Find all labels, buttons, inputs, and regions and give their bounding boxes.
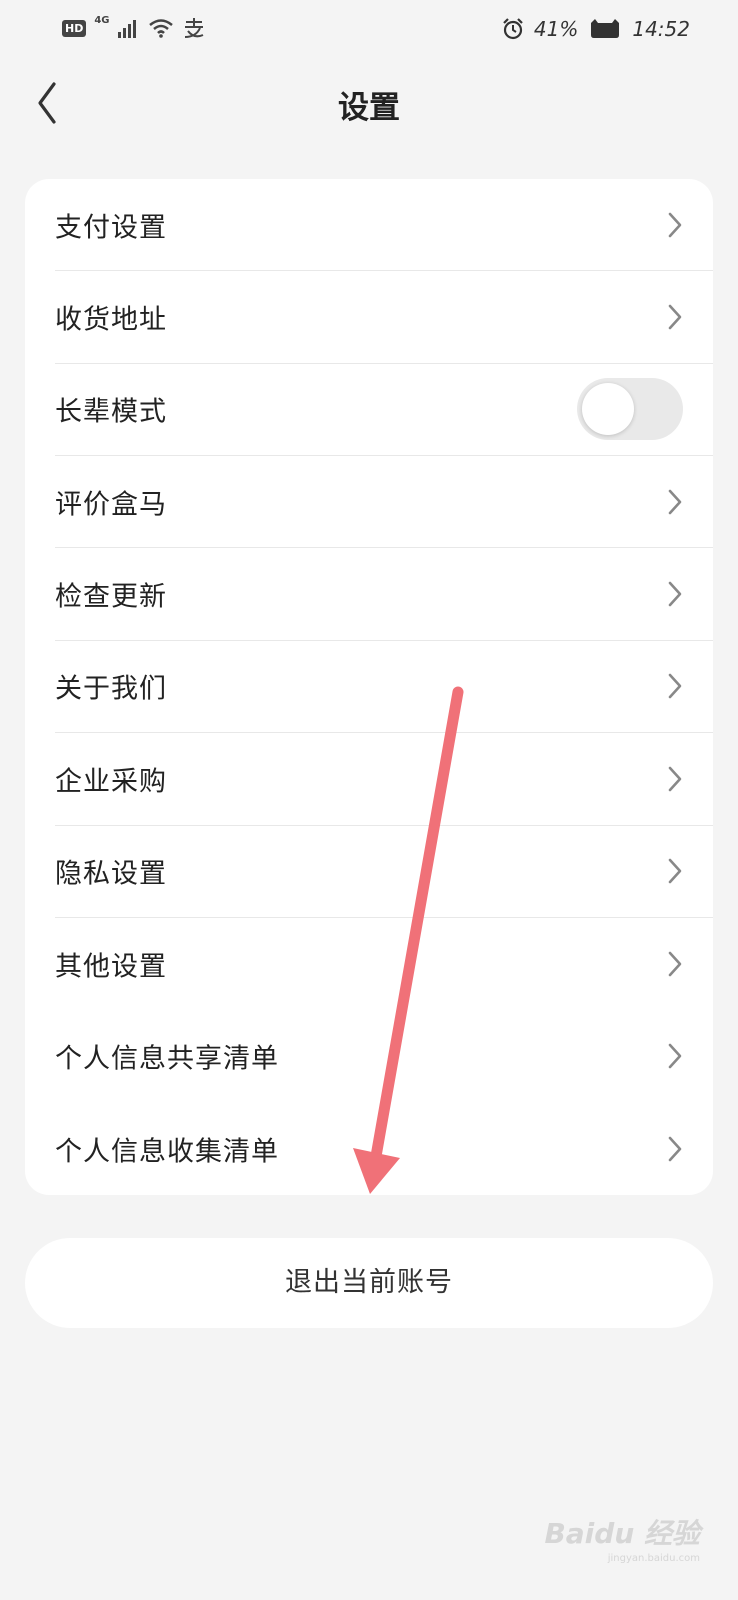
settings-item-label: 检查更新 xyxy=(55,581,167,613)
elder-mode-toggle[interactable] xyxy=(577,378,683,441)
watermark-url: jingyan.baidu.com xyxy=(607,1553,700,1564)
network-type: 4G xyxy=(94,14,110,26)
page-header: 设置 xyxy=(0,60,738,150)
chevron-right-icon xyxy=(668,212,682,237)
chevron-right-icon xyxy=(668,674,682,699)
settings-item-label: 评价盒马 xyxy=(55,489,167,521)
settings-list: 支付设置 收货地址 长辈模式 评价盒马 检查更新 关于我们 企业采购 隐私设置 … xyxy=(25,179,713,1195)
settings-item-check-update[interactable]: 检查更新 xyxy=(55,548,713,641)
chevron-right-icon xyxy=(668,1044,682,1069)
battery-icon xyxy=(591,19,620,38)
settings-item-rate[interactable]: 评价盒马 xyxy=(55,456,713,549)
settings-item-enterprise[interactable]: 企业采购 xyxy=(55,733,713,826)
clock: 14:52 xyxy=(632,17,690,41)
wifi-icon xyxy=(148,19,173,38)
settings-item-privacy[interactable]: 隐私设置 xyxy=(55,826,713,918)
chevron-right-icon xyxy=(668,489,682,515)
settings-item-payment[interactable]: 支付设置 xyxy=(55,179,713,272)
settings-item-about[interactable]: 关于我们 xyxy=(55,641,713,734)
settings-item-info-collection[interactable]: 个人信息收集清单 xyxy=(55,1103,713,1195)
chevron-right-icon xyxy=(668,304,682,330)
alarm-icon xyxy=(503,18,523,40)
alipay-icon xyxy=(184,18,203,38)
chevron-right-icon xyxy=(668,766,682,792)
logout-button[interactable]: 退出当前账号 xyxy=(25,1238,713,1328)
hd-badge: HD xyxy=(62,19,87,37)
toggle-knob xyxy=(582,383,634,436)
signal-icon xyxy=(117,20,136,38)
settings-item-label: 关于我们 xyxy=(55,673,167,705)
battery-percent: 41% xyxy=(533,17,579,41)
settings-item-address[interactable]: 收货地址 xyxy=(55,271,713,364)
chevron-right-icon xyxy=(668,1136,682,1162)
chevron-right-icon xyxy=(668,581,682,607)
chevron-right-icon xyxy=(668,951,682,977)
settings-item-label: 其他设置 xyxy=(55,951,167,983)
settings-item-label: 隐私设置 xyxy=(55,858,167,890)
settings-item-label: 收货地址 xyxy=(55,304,167,336)
page-title: 设置 xyxy=(338,90,400,126)
settings-item-label: 个人信息共享清单 xyxy=(55,1043,279,1075)
status-bar: HD 4G 41% 14:52 xyxy=(0,0,738,58)
settings-item-elder-mode: 长辈模式 xyxy=(55,364,713,457)
status-left: HD 4G xyxy=(62,14,206,39)
baidu-watermark: Baidu 经验 jingyan.baidu.com xyxy=(544,1520,700,1564)
chevron-right-icon xyxy=(668,858,682,884)
settings-item-info-sharing[interactable]: 个人信息共享清单 xyxy=(55,1010,713,1102)
settings-item-label: 支付设置 xyxy=(55,212,167,244)
settings-item-other[interactable]: 其他设置 xyxy=(55,918,713,1010)
watermark-brand: Baidu 经验 xyxy=(544,1517,700,1550)
settings-item-label: 长辈模式 xyxy=(55,396,167,428)
settings-item-label: 企业采购 xyxy=(55,766,167,798)
settings-item-label: 个人信息收集清单 xyxy=(55,1136,279,1168)
status-right: 41% 14:52 xyxy=(502,17,690,41)
